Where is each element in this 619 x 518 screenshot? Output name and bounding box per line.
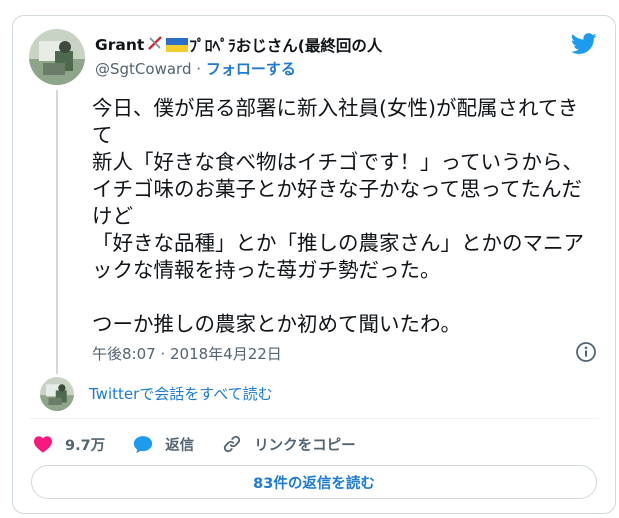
like-button[interactable]: 9.7万 <box>33 434 105 455</box>
tweet-line: 新人「好きな食べ物はイチゴです！」っていうから、イチゴ味のお菓子とか好きな子かな… <box>92 150 583 228</box>
speech-bubble-icon <box>134 435 153 453</box>
divider <box>29 418 599 419</box>
tweet-timestamp[interactable]: 午後8:07 · 2018年4月22日 <box>92 343 282 364</box>
link-icon <box>224 435 241 453</box>
author-name-prefix: Grant <box>95 36 145 54</box>
sword-emoji-icon <box>147 35 163 55</box>
twitter-bird-icon[interactable] <box>571 33 597 55</box>
copy-link-label: リンクをコピー <box>254 437 356 454</box>
read-conversation-link[interactable]: Twitterで会話をすべて読む <box>89 383 273 404</box>
action-bar: 9.7万 返信 リンクをコピー <box>33 430 384 458</box>
tweet-line: 「好きな品種」とか「推しの農家さん」とかのマニアックな情報を持った苺ガチ勢だった… <box>92 231 584 282</box>
author-avatar[interactable] <box>29 29 85 85</box>
conversation-avatar[interactable] <box>40 377 74 411</box>
reply-label: 返信 <box>165 437 195 454</box>
thread-line <box>56 90 58 374</box>
author-name-suffix: ﾌﾟﾛﾍﾟﾗおじさん(最終回の人 <box>189 37 383 55</box>
embedded-tweet-card: Grant ﾌﾟﾛﾍﾟﾗおじさん(最終回の人 @SgtCoward · フォロー… <box>12 15 616 514</box>
follow-button[interactable]: フォローする <box>206 60 296 78</box>
handle-separator: · <box>196 60 202 78</box>
author-handle-row: @SgtCoward · フォローする <box>95 58 296 79</box>
tweet-line: 今日、僕が居る部署に新入社員(女性)が配属されてきて <box>92 96 579 147</box>
ukraine-flag-icon <box>166 38 189 52</box>
info-icon[interactable] <box>575 341 597 363</box>
copy-link-button[interactable]: リンクをコピー <box>222 434 356 455</box>
reply-button[interactable]: 返信 <box>133 434 194 455</box>
author-handle[interactable]: @SgtCoward <box>95 60 191 78</box>
read-replies-button[interactable]: 83件の返信を読む <box>31 465 597 499</box>
like-count: 9.7万 <box>65 437 106 454</box>
tweet-body: 今日、僕が居る部署に新入社員(女性)が配属されてきて 新人「好きな食べ物はイチゴ… <box>92 95 598 338</box>
author-name[interactable]: Grant ﾌﾟﾛﾍﾟﾗおじさん(最終回の人 <box>95 34 382 56</box>
tweet-line: つーか推しの農家とか初めて聞いたわ。 <box>92 312 461 336</box>
heart-icon <box>34 436 52 453</box>
